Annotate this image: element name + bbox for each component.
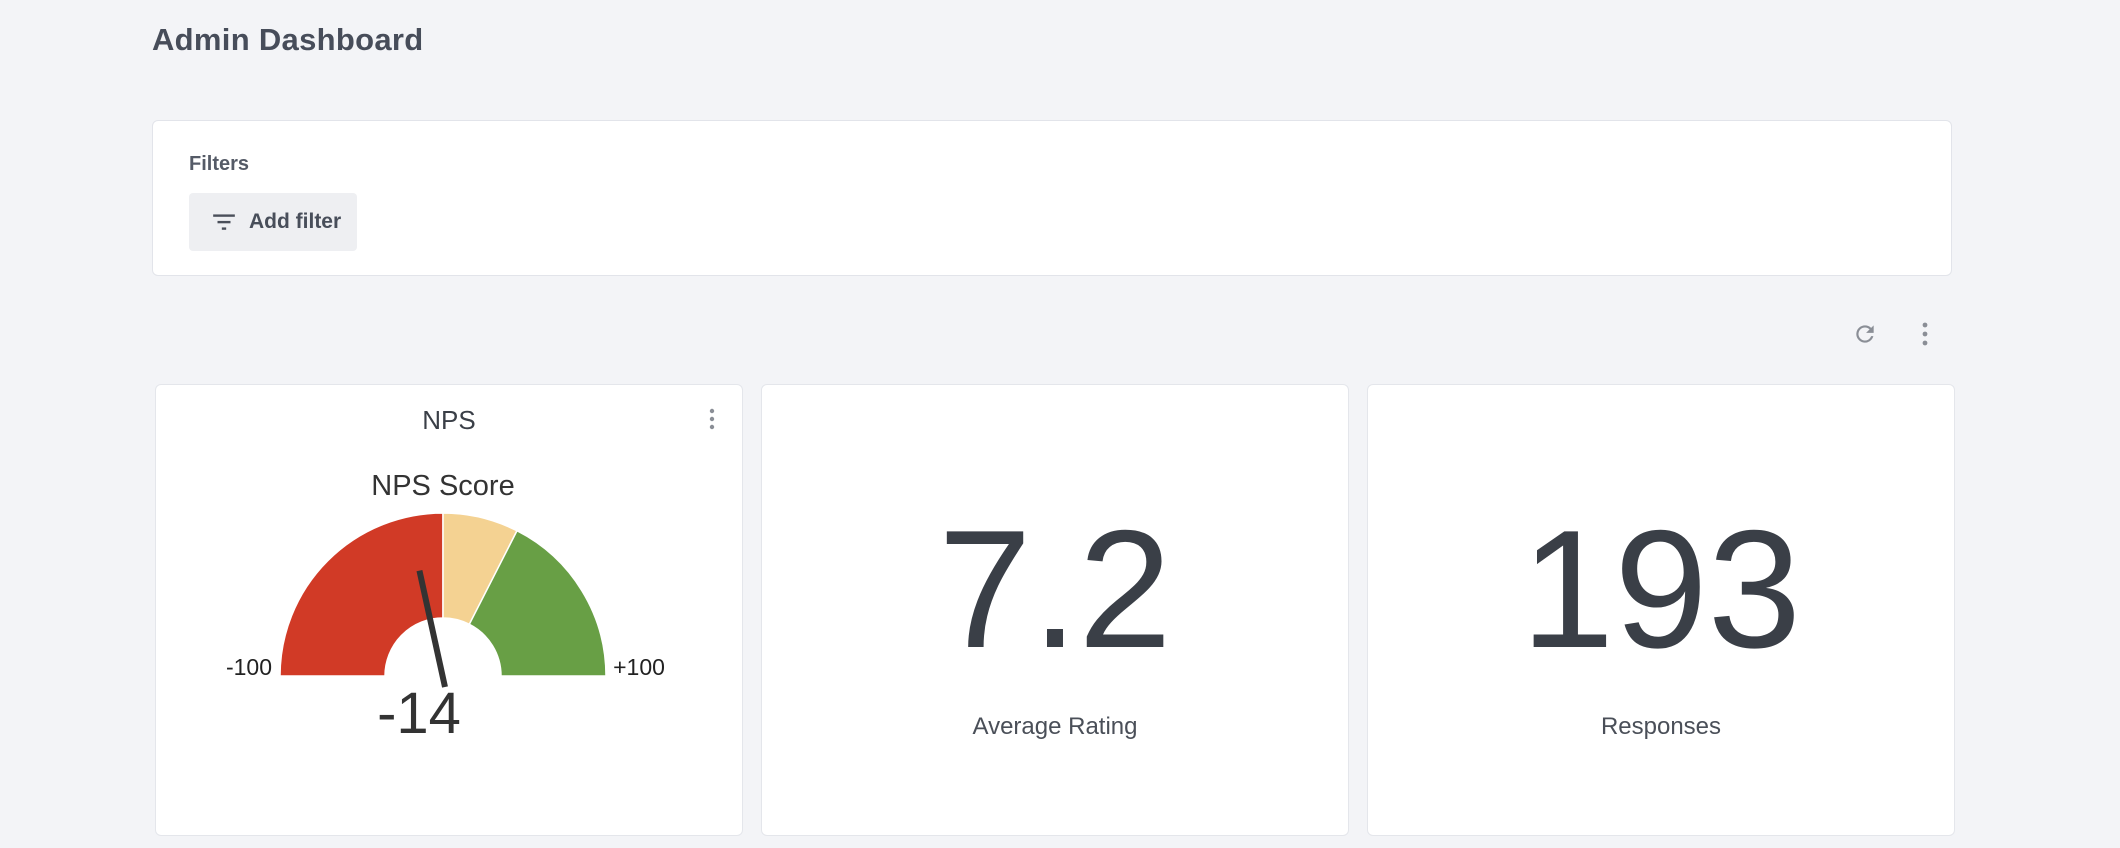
filters-label: Filters — [189, 153, 250, 175]
responses-label: Responses — [1600, 713, 1722, 740]
dashboard-more-button[interactable] — [1907, 316, 1943, 352]
responses-value: 193 — [1520, 495, 1802, 683]
refresh-icon — [1856, 325, 1874, 343]
more-vertical-icon — [1922, 322, 1928, 346]
filter-list-icon — [213, 214, 235, 230]
gauge-band-0 — [279, 512, 444, 677]
average-rating-label: Average Rating — [972, 713, 1138, 740]
average-rating-value: 7.2 — [938, 495, 1172, 683]
gauge-min-label: -100 — [226, 654, 272, 680]
page-title: Admin Dashboard — [152, 22, 424, 57]
gauge-max-label: +100 — [613, 654, 665, 680]
add-filter-label: Add filter — [249, 210, 342, 233]
add-filter-button[interactable]: Add filter — [189, 193, 357, 251]
nps-gauge-chart: NPS Score -100 +100 -14 — [226, 470, 665, 746]
filters-panel: Filters Add filter — [152, 120, 1952, 276]
gauge-value-label: -14 — [377, 681, 461, 746]
gauge-title: NPS Score — [371, 470, 514, 502]
responses-card: 193 Responses — [1367, 384, 1955, 836]
nps-card: NPS NPS Score -100 +100 -14 — [155, 384, 743, 836]
average-rating-card: 7.2 Average Rating — [761, 384, 1349, 836]
refresh-button[interactable] — [1847, 316, 1883, 352]
